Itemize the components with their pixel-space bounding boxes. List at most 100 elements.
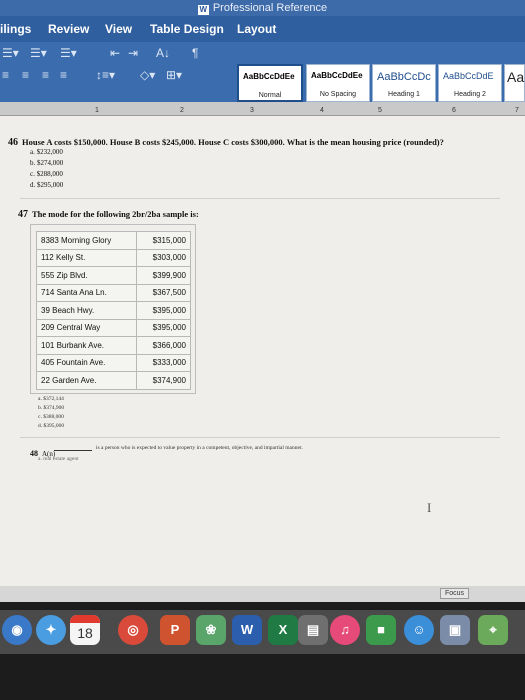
divider (20, 198, 500, 199)
chrome-icon[interactable]: ◎ (118, 615, 148, 645)
style-name: Heading 2 (454, 91, 486, 98)
question-text: The mode for the following 2br/2ba sampl… (32, 209, 199, 219)
price-cell[interactable]: $366,000 (136, 336, 191, 355)
question-46: 46 House A costs $150,000. House B costs… (8, 132, 444, 150)
shading-icon[interactable]: ◇▾ (140, 68, 155, 82)
table-row: 8383 Morning Glory $315,000 (36, 231, 191, 250)
option-d: d. $295,000 (30, 181, 64, 189)
tab-layout[interactable]: Layout (237, 22, 276, 36)
price-cell[interactable]: $315,000 (136, 231, 191, 250)
price-table[interactable]: 8383 Morning Glory $315,000 112 Kelly St.… (36, 231, 191, 390)
numbering-icon[interactable]: ☰▾ (30, 46, 47, 60)
word-icon[interactable]: W (232, 615, 262, 645)
style-normal[interactable]: AaBbCcDdEe Normal (237, 64, 303, 102)
document-page[interactable]: 46 House A costs $150,000. House B costs… (0, 116, 525, 586)
pilcrow-icon[interactable]: ¶ (192, 46, 198, 60)
ruler-tick: 6 (452, 107, 456, 114)
ruler-tick: 5 (378, 107, 382, 114)
decrease-indent-icon[interactable]: ⇤ (110, 46, 120, 60)
address-cell[interactable]: 714 Santa Ana Ln. (36, 283, 137, 302)
divider (20, 437, 500, 438)
option-b: b. $374,900 (38, 405, 65, 411)
style-sample: AaBbCcDdEe (243, 72, 295, 81)
bullets-icon[interactable]: ☰▾ (2, 46, 19, 60)
style-sample: AaBbCcDdE (443, 71, 494, 81)
sort-icon[interactable]: A↓ (156, 46, 170, 60)
price-cell[interactable]: $303,000 (136, 248, 191, 267)
launchpad-icon[interactable]: ◉ (2, 615, 32, 645)
address-cell[interactable]: 8383 Morning Glory (36, 231, 137, 250)
word-app-icon: W (197, 5, 209, 15)
table-row: 209 Central Way $395,000 (36, 318, 191, 337)
style-name: No Spacing (319, 91, 357, 98)
align-right-icon[interactable]: ≡ (42, 68, 49, 82)
tab-view[interactable]: View (105, 22, 132, 36)
price-cell[interactable]: $399,900 (136, 266, 191, 285)
powerpoint-icon[interactable]: P (160, 615, 190, 645)
window-title-bar: W Professional Reference (0, 0, 525, 16)
borders-icon[interactable]: ⊞▾ (166, 68, 182, 82)
address-cell[interactable]: 112 Kelly St. (36, 248, 137, 267)
notes-icon[interactable]: ▤ (298, 615, 328, 645)
address-cell[interactable]: 405 Fountain Ave. (36, 353, 137, 372)
price-cell[interactable]: $395,000 (136, 318, 191, 337)
line-spacing-icon[interactable]: ↕≡▾ (96, 68, 115, 82)
question-text: House A costs $150,000. House B costs $2… (22, 137, 444, 147)
focus-button[interactable]: Focus (440, 588, 470, 599)
photos-icon[interactable]: ❀ (196, 615, 226, 645)
table-row: 22 Garden Ave. $374,900 (36, 371, 191, 390)
option-c: c. $388,000 (38, 414, 64, 420)
option-d: d. $395,000 (38, 423, 65, 429)
address-cell[interactable]: 39 Beach Hwy. (36, 301, 137, 320)
address-cell[interactable]: 555 Zip Blvd. (36, 266, 137, 285)
tab-table-design[interactable]: Table Design (150, 22, 224, 36)
facetime-icon[interactable]: ■ (366, 615, 396, 645)
address-cell[interactable]: 209 Central Way (36, 318, 137, 337)
preview-icon[interactable]: ▣ (440, 615, 470, 645)
increase-indent-icon[interactable]: ⇥ (128, 46, 138, 60)
table-row: 112 Kelly St. $303,000 (36, 248, 191, 267)
ruler-tick: 1 (95, 107, 99, 114)
table-row: 405 Fountain Ave. $333,000 (36, 353, 191, 372)
align-left-icon[interactable]: ≡ (2, 68, 9, 82)
style-sample: Aa (507, 69, 525, 85)
price-cell[interactable]: $333,000 (136, 353, 191, 372)
option-a: a. $372,144 (38, 396, 64, 402)
style-sample: AaBbCcDdEe (311, 71, 363, 80)
document-title: Professional Reference (212, 2, 328, 14)
ruler-tick: 4 (320, 107, 324, 114)
price-cell[interactable]: $374,900 (136, 371, 191, 390)
address-cell[interactable]: 22 Garden Ave. (36, 371, 137, 390)
maps-icon[interactable]: ⌖ (478, 615, 508, 645)
safari-icon[interactable]: ✦ (36, 615, 66, 645)
calendar-date: 18 (77, 625, 93, 641)
finder-icon[interactable]: ☺ (404, 615, 434, 645)
multilevel-list-icon[interactable]: ☰▾ (60, 46, 77, 60)
music-icon[interactable]: ♫ (330, 615, 360, 645)
ribbon-home: ☰▾ ☰▾ ☰▾ ⇤ ⇥ A↓ ¶ ≡ ≡ ≡ ≡ ↕≡▾ ◇▾ ⊞▾ AaBb… (0, 42, 525, 102)
style-heading-2[interactable]: AaBbCcDdE Heading 2 (438, 64, 502, 102)
ruler-tick: 3 (250, 107, 254, 114)
question-number: 46 (8, 137, 18, 148)
calendar-icon[interactable]: 18 (70, 615, 100, 645)
tab-review[interactable]: Review (48, 22, 89, 36)
align-center-icon[interactable]: ≡ (22, 68, 29, 82)
style-no-spacing[interactable]: AaBbCcDdEe No Spacing (306, 64, 370, 102)
price-cell[interactable]: $395,000 (136, 301, 191, 320)
excel-icon[interactable]: X (268, 615, 298, 645)
table-row: 555 Zip Blvd. $399,900 (36, 266, 191, 285)
answer-blank[interactable] (54, 450, 92, 451)
ribbon-tabs: ilings Review View Table Design Layout (0, 16, 525, 42)
style-title[interactable]: Aa (504, 64, 525, 102)
question-47: 47 The mode for the following 2br/2ba sa… (18, 204, 199, 222)
table-row: 714 Santa Ana Ln. $367,500 (36, 283, 191, 302)
style-name: Normal (258, 92, 282, 99)
justify-icon[interactable]: ≡ (60, 68, 67, 82)
question-number: 48 (30, 449, 38, 458)
address-cell[interactable]: 101 Burbank Ave. (36, 336, 137, 355)
price-cell[interactable]: $367,500 (136, 283, 191, 302)
text-cursor-icon: I (427, 500, 432, 515)
tab-mailings[interactable]: ilings (0, 22, 31, 36)
style-heading-1[interactable]: AaBbCcDс Heading 1 (372, 64, 436, 102)
ruler[interactable]: 1 2 3 4 5 6 7 (0, 102, 525, 116)
